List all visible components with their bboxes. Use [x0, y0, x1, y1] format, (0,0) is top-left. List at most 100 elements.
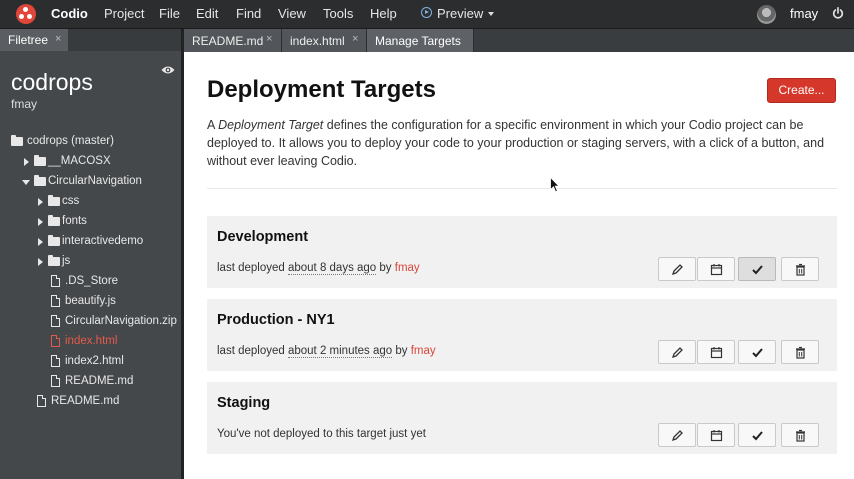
page-title: Deployment Targets: [207, 76, 436, 103]
folder-icon: [48, 215, 60, 226]
delete-target-button[interactable]: [781, 340, 819, 364]
tree-item-label: CircularNavigation: [48, 175, 142, 187]
tree-item-label: codrops (master): [27, 135, 114, 147]
status-time: about 2 minutes ago: [287, 345, 393, 358]
trash-icon: [796, 346, 805, 359]
calendar-icon: [710, 430, 723, 442]
tree-item-label: index2.html: [65, 355, 124, 367]
tree-item-folder[interactable]: interactivedemo: [38, 234, 173, 252]
top-bar: Codio Project File Edit Find View Tools …: [0, 0, 854, 29]
file-icon: [51, 335, 60, 347]
sidebar-tab-strip: [68, 29, 181, 51]
user-name[interactable]: fmay: [790, 6, 818, 21]
tree-item-file[interactable]: README.md: [51, 374, 171, 392]
edit-target-button[interactable]: [658, 340, 696, 364]
folder-icon: [48, 195, 60, 206]
check-icon: [752, 431, 763, 441]
menu-help[interactable]: Help: [370, 6, 397, 21]
tree-item-folder[interactable]: css: [38, 194, 168, 212]
tree-item-label: css: [62, 195, 80, 207]
target-card-production: Production - NY1 last deployed about 2 m…: [207, 299, 837, 371]
delete-target-button[interactable]: [781, 257, 819, 281]
close-icon[interactable]: ×: [266, 33, 272, 45]
edit-target-button[interactable]: [658, 257, 696, 281]
menu-file[interactable]: File: [159, 6, 180, 21]
status-time: about 8 days ago: [287, 262, 377, 275]
divider: [207, 188, 837, 189]
menu-view[interactable]: View: [278, 6, 306, 21]
file-icon: [51, 275, 60, 287]
status-by: by: [376, 262, 395, 274]
chevron-right-icon[interactable]: [24, 158, 29, 166]
status-user-link[interactable]: fmay: [395, 262, 420, 274]
deploy-target-button[interactable]: [738, 257, 776, 281]
tree-item-file-active[interactable]: index.html: [51, 334, 171, 352]
trash-icon: [796, 429, 805, 442]
delete-target-button[interactable]: [781, 423, 819, 447]
folder-icon: [48, 235, 60, 246]
deploy-target-button[interactable]: [738, 423, 776, 447]
tree-item-label: fonts: [62, 215, 87, 227]
tree-item-label: .DS_Store: [65, 275, 119, 287]
play-circle-icon[interactable]: [421, 7, 432, 18]
schedule-target-button[interactable]: [697, 423, 735, 447]
close-icon[interactable]: ×: [352, 33, 358, 45]
avatar[interactable]: [757, 5, 776, 24]
folder-icon: [11, 135, 23, 146]
target-name: Staging: [217, 395, 271, 411]
intro-text: A Deployment Target defines the configur…: [207, 116, 827, 170]
tab-filetree[interactable]: Filetree ×: [0, 29, 68, 51]
check-icon: [752, 265, 763, 275]
tree-item-folder[interactable]: CircularNavigation: [22, 174, 177, 192]
tree-item-file[interactable]: .DS_Store: [51, 274, 171, 292]
menu-project[interactable]: Project: [104, 6, 144, 21]
schedule-target-button[interactable]: [697, 257, 735, 281]
chevron-right-icon[interactable]: [38, 218, 43, 226]
tab-manage-targets[interactable]: Manage Targets: [367, 29, 474, 52]
file-icon: [51, 315, 60, 327]
project-title: codrops: [11, 69, 93, 95]
deploy-target-button[interactable]: [738, 340, 776, 364]
schedule-target-button[interactable]: [697, 340, 735, 364]
tree-item-folder[interactable]: fonts: [38, 214, 168, 232]
manage-targets-panel: Deployment Targets Create... A Deploymen…: [184, 52, 854, 479]
tree-item-file[interactable]: README.md: [37, 394, 167, 412]
close-icon[interactable]: ×: [55, 33, 61, 45]
power-icon[interactable]: [832, 7, 844, 19]
menu-tools[interactable]: Tools: [323, 6, 353, 21]
calendar-icon: [710, 264, 723, 276]
edit-icon: [671, 430, 683, 442]
menu-edit[interactable]: Edit: [196, 6, 218, 21]
status-user-link[interactable]: fmay: [411, 345, 436, 357]
brand-name[interactable]: Codio: [51, 6, 88, 21]
check-icon: [752, 348, 763, 358]
tree-item-label: __MACOSX: [48, 155, 111, 167]
file-icon: [51, 295, 60, 307]
tree-item-label: interactivedemo: [62, 235, 144, 247]
tree-item-file[interactable]: CircularNavigation.zip: [51, 314, 179, 332]
edit-icon: [671, 347, 683, 359]
chevron-right-icon[interactable]: [38, 258, 43, 266]
tab-readme[interactable]: README.md ×: [184, 29, 282, 52]
tab-index-html[interactable]: index.html ×: [282, 29, 367, 52]
tree-item-folder[interactable]: js: [38, 254, 168, 272]
edit-target-button[interactable]: [658, 423, 696, 447]
tree-item-file[interactable]: index2.html: [51, 354, 171, 372]
filetree-sidebar: Filetree × codrops fmay codrops (master)…: [0, 29, 181, 479]
chevron-right-icon[interactable]: [38, 238, 43, 246]
chevron-down-icon[interactable]: [22, 180, 30, 185]
tree-item-folder[interactable]: __MACOSX: [24, 154, 174, 172]
eye-icon[interactable]: [161, 65, 175, 75]
codio-logo-icon[interactable]: [16, 4, 36, 24]
tree-item-root[interactable]: codrops (master): [11, 134, 171, 152]
chevron-down-icon[interactable]: [488, 12, 494, 16]
preview-button[interactable]: Preview: [437, 6, 483, 21]
target-status: You've not deployed to this target just …: [217, 428, 426, 440]
tree-item-file[interactable]: beautify.js: [51, 294, 171, 312]
target-status: last deployed about 2 minutes ago by fma…: [217, 345, 436, 358]
create-target-button[interactable]: Create...: [767, 78, 836, 103]
menu-find[interactable]: Find: [236, 6, 261, 21]
tree-item-label: beautify.js: [65, 295, 116, 307]
target-status: last deployed about 8 days ago by fmay: [217, 262, 420, 275]
chevron-right-icon[interactable]: [38, 198, 43, 206]
